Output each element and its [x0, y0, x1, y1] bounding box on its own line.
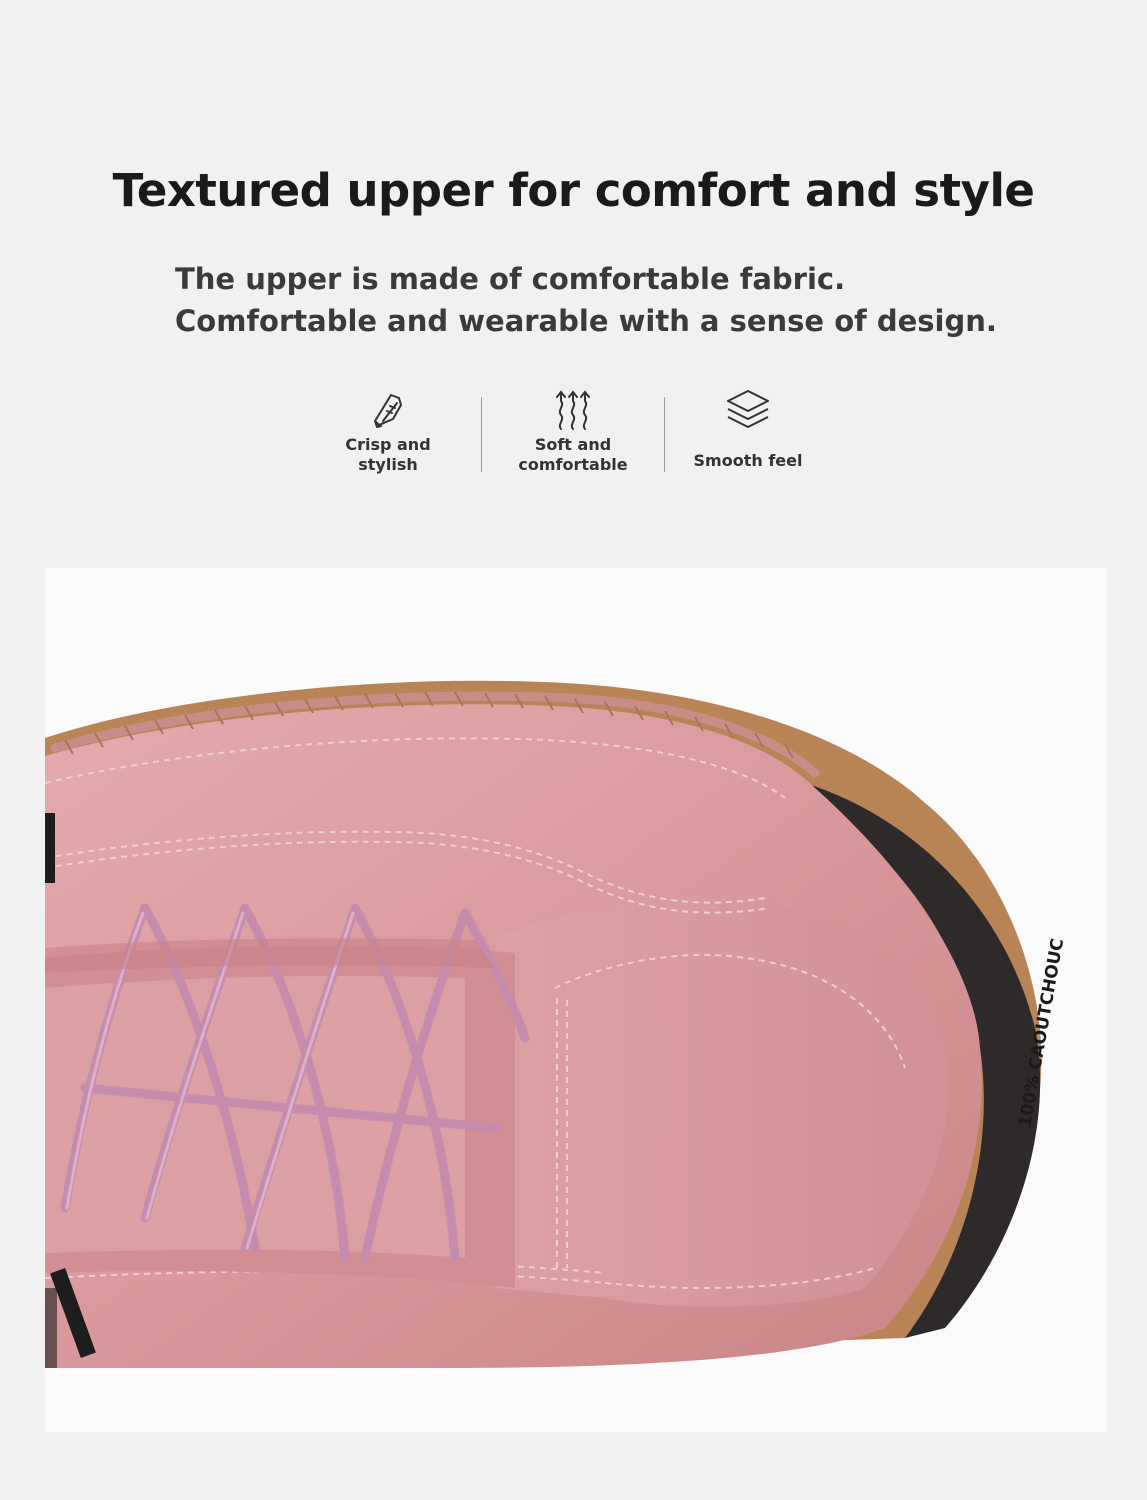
feature-label: comfortable: [518, 455, 628, 474]
heat-waves-icon: [556, 390, 590, 430]
description-line-1: The upper is made of comfortable fabric.: [175, 262, 846, 296]
layers-icon: [727, 390, 769, 428]
description-line-2: Comfortable and wearable with a sense of…: [175, 304, 997, 338]
feature-label: Soft and: [534, 435, 612, 454]
lace-tip: [45, 813, 55, 883]
feature-label: Smooth feel: [693, 451, 803, 470]
shoe-icon: [374, 394, 402, 428]
feature-label: stylish: [358, 455, 418, 474]
feature-label: Crisp and: [345, 435, 431, 454]
divider: [481, 397, 482, 472]
feature-crisp-stylish: Crisp and stylish: [313, 385, 463, 475]
feature-smooth-feel: Smooth feel: [673, 385, 823, 471]
feature-soft-comfortable: Soft and comfortable: [498, 385, 648, 475]
feature-list: Crisp and stylish Soft and comfortable S…: [330, 385, 830, 485]
divider: [664, 397, 665, 472]
pink-shoe-illustration: 100% CAOUTCHOUC: [45, 680, 1068, 1368]
page-title: Textured upper for comfort and style: [112, 164, 1035, 217]
product-image: 100% CAOUTCHOUC: [45, 568, 1107, 1432]
description: The upper is made of comfortable fabric.…: [175, 258, 997, 342]
